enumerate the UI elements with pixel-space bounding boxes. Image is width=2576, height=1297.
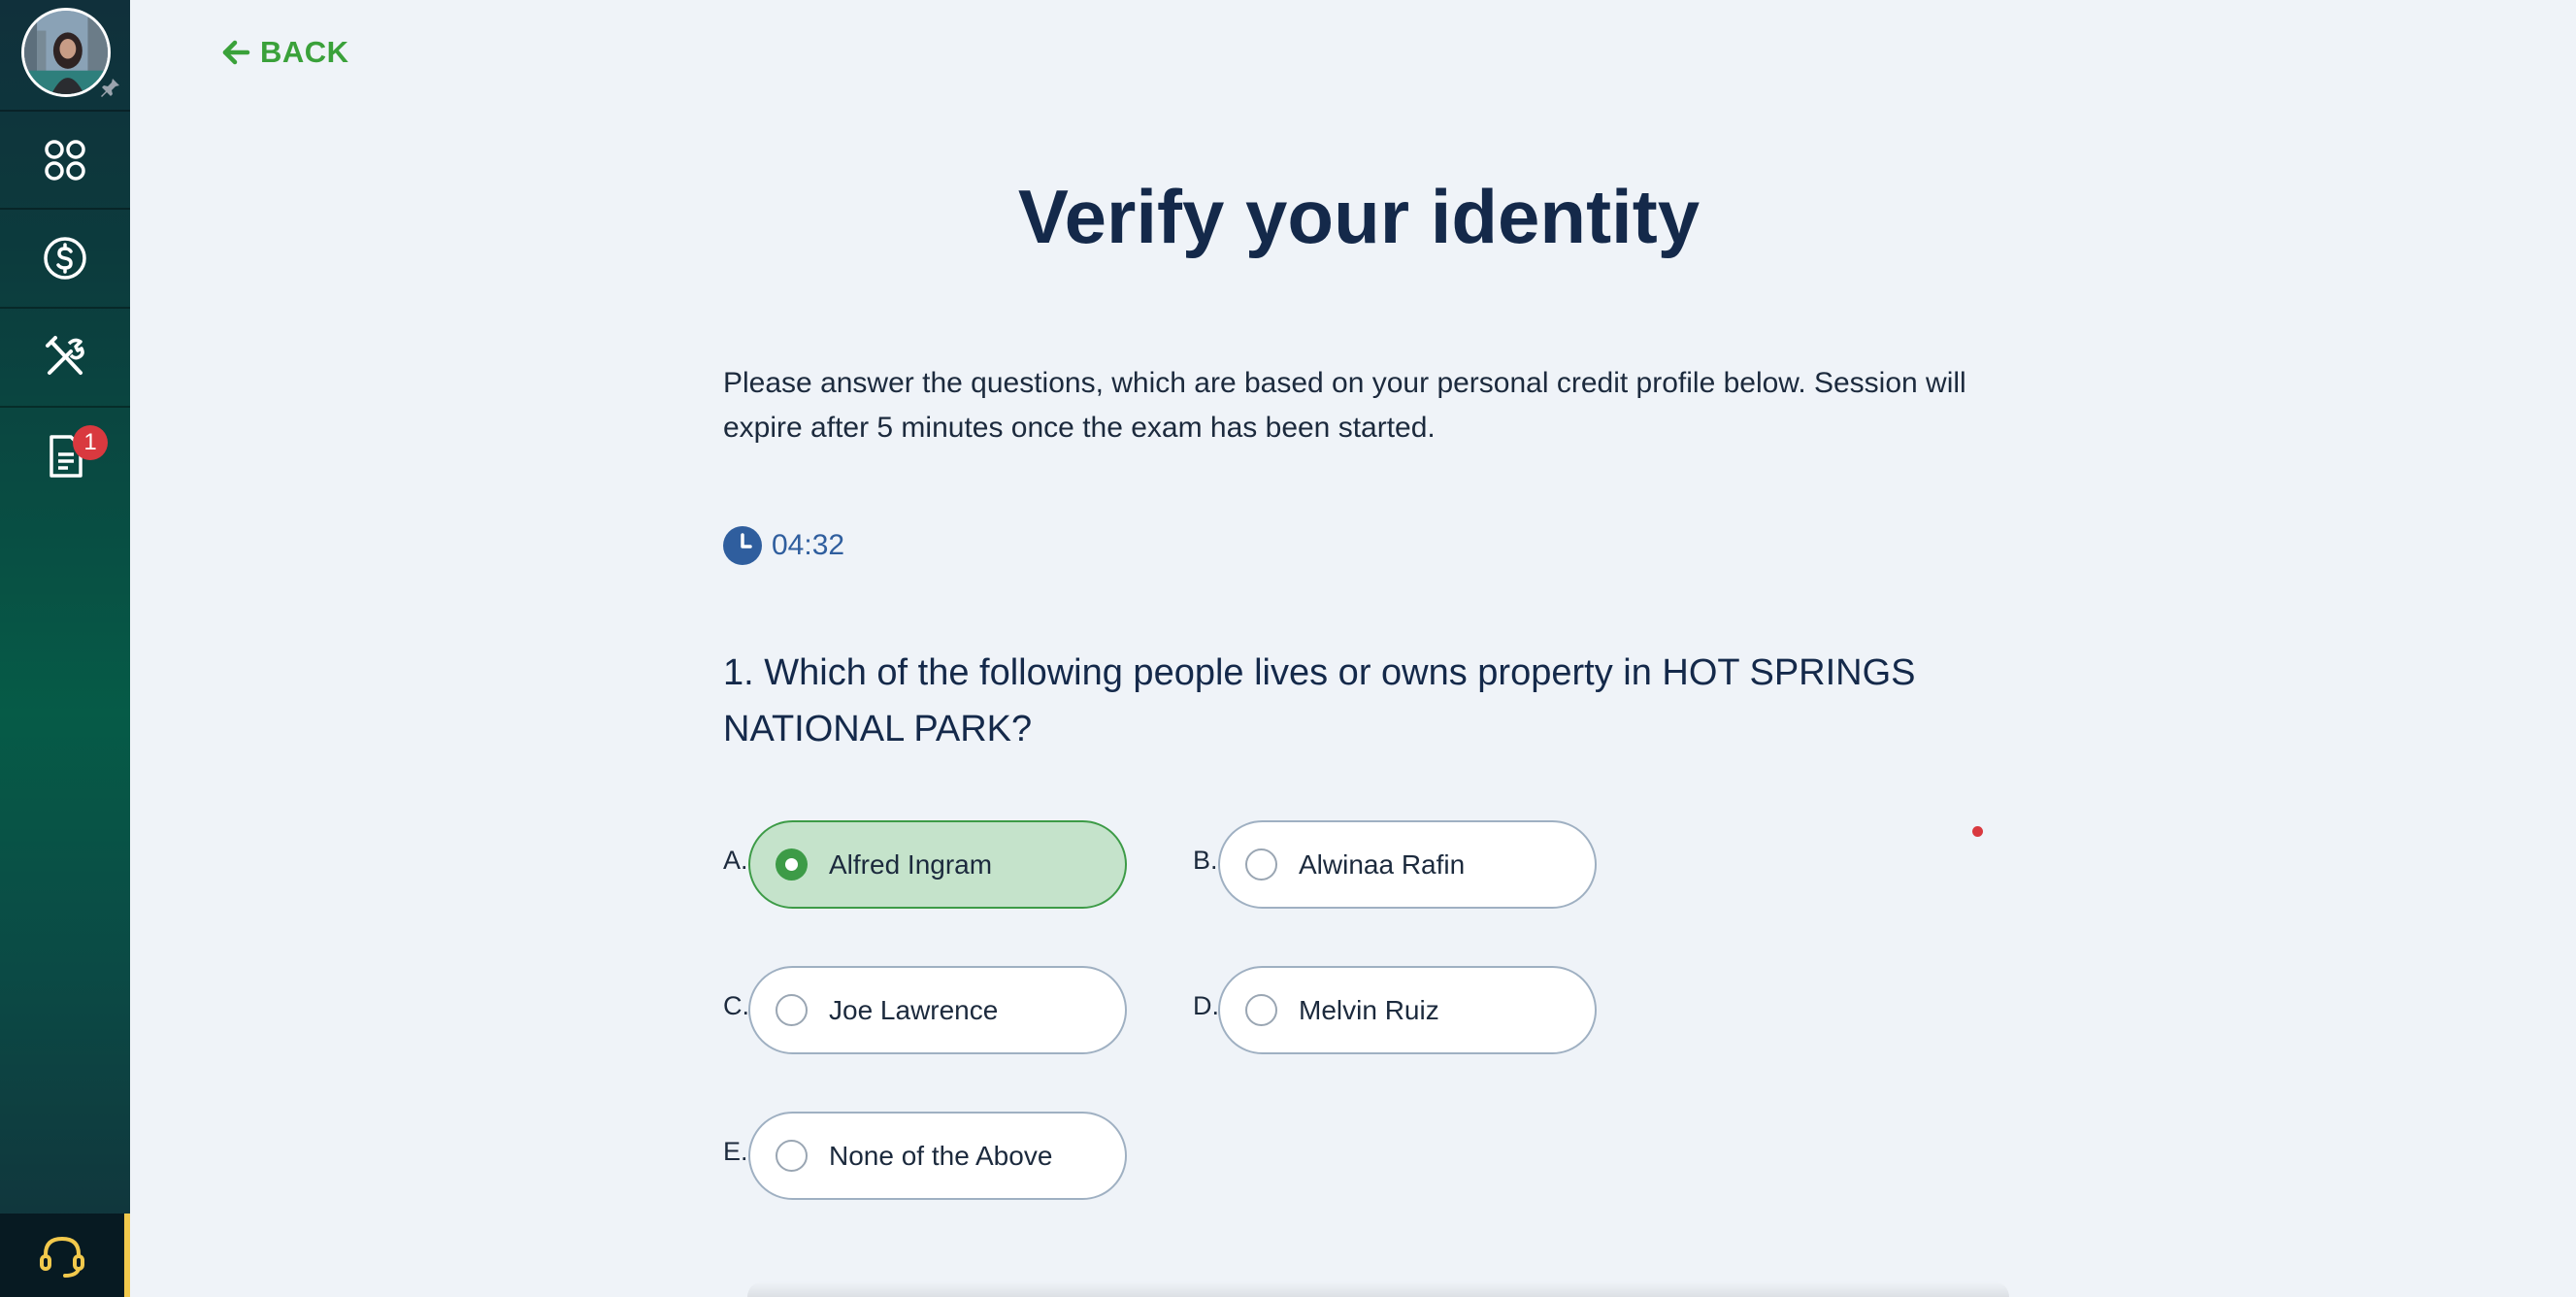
avatar-image <box>21 8 111 97</box>
option-letter: B. <box>1193 846 1218 875</box>
radio-unchecked-icon[interactable] <box>1245 994 1277 1026</box>
red-dot-marker <box>1972 826 1983 837</box>
back-button[interactable]: BACK <box>221 35 349 70</box>
sidebar-item-tools[interactable] <box>0 307 130 405</box>
option-pill[interactable]: Alfred Ingram <box>748 820 1127 909</box>
answer-option-b[interactable]: B. Alwinaa Rafin <box>1193 820 1597 909</box>
sidebar-item-finance[interactable] <box>0 208 130 306</box>
radio-unchecked-icon[interactable] <box>776 1140 808 1172</box>
option-letter: A. <box>723 846 748 875</box>
option-label: Joe Lawrence <box>829 994 999 1025</box>
option-letter: E. <box>723 1137 748 1166</box>
answer-option-e[interactable]: E. None of the Above <box>723 1112 1127 1200</box>
instructions-text: Please answer the questions, which are b… <box>723 367 1966 444</box>
headset-icon <box>40 1236 84 1278</box>
radio-unchecked-icon[interactable] <box>1245 848 1277 881</box>
tools-icon <box>46 335 84 375</box>
clock-icon <box>723 526 762 565</box>
avatar[interactable] <box>21 8 119 97</box>
option-label: Alfred Ingram <box>829 848 993 880</box>
option-pill[interactable]: None of the Above <box>748 1112 1127 1200</box>
option-letter: D. <box>1193 991 1219 1020</box>
support-button[interactable] <box>0 1214 130 1297</box>
option-letter: C. <box>723 991 749 1020</box>
next-panel-edge <box>747 1281 2009 1297</box>
dollar-circle-icon <box>44 236 86 280</box>
option-label: Alwinaa Rafin <box>1299 848 1466 880</box>
option-label: Melvin Ruiz <box>1299 994 1439 1025</box>
answer-option-a[interactable]: A. Alfred Ingram <box>723 820 1127 909</box>
timer-value: 04:32 <box>772 529 845 561</box>
notification-badge: 1 <box>73 425 108 460</box>
option-label: None of the Above <box>829 1140 1053 1171</box>
option-pill[interactable]: Melvin Ruiz <box>1218 966 1597 1054</box>
page-title: Verify your identity <box>1017 174 1701 259</box>
question-text: 1. Which of the following people lives o… <box>723 652 1916 749</box>
sidebar-item-dashboard[interactable] <box>0 110 130 208</box>
session-timer: 04:32 <box>723 526 844 565</box>
option-pill[interactable]: Alwinaa Rafin <box>1218 820 1597 909</box>
option-pill[interactable]: Joe Lawrence <box>748 966 1127 1054</box>
arrow-left-icon <box>222 40 250 65</box>
answer-option-c[interactable]: C. Joe Lawrence <box>723 966 1127 1054</box>
answer-option-d[interactable]: D. Melvin Ruiz <box>1193 966 1597 1054</box>
pin-icon[interactable] <box>99 76 122 99</box>
radio-checked-icon[interactable] <box>776 848 808 881</box>
sidebar-item-documents[interactable]: 1 <box>0 406 130 504</box>
avatar-photo-icon <box>24 11 108 94</box>
grid-icon <box>45 139 85 181</box>
back-label: BACK <box>260 35 349 69</box>
radio-unchecked-icon[interactable] <box>776 994 808 1026</box>
sidebar: 1 <box>0 0 130 1297</box>
